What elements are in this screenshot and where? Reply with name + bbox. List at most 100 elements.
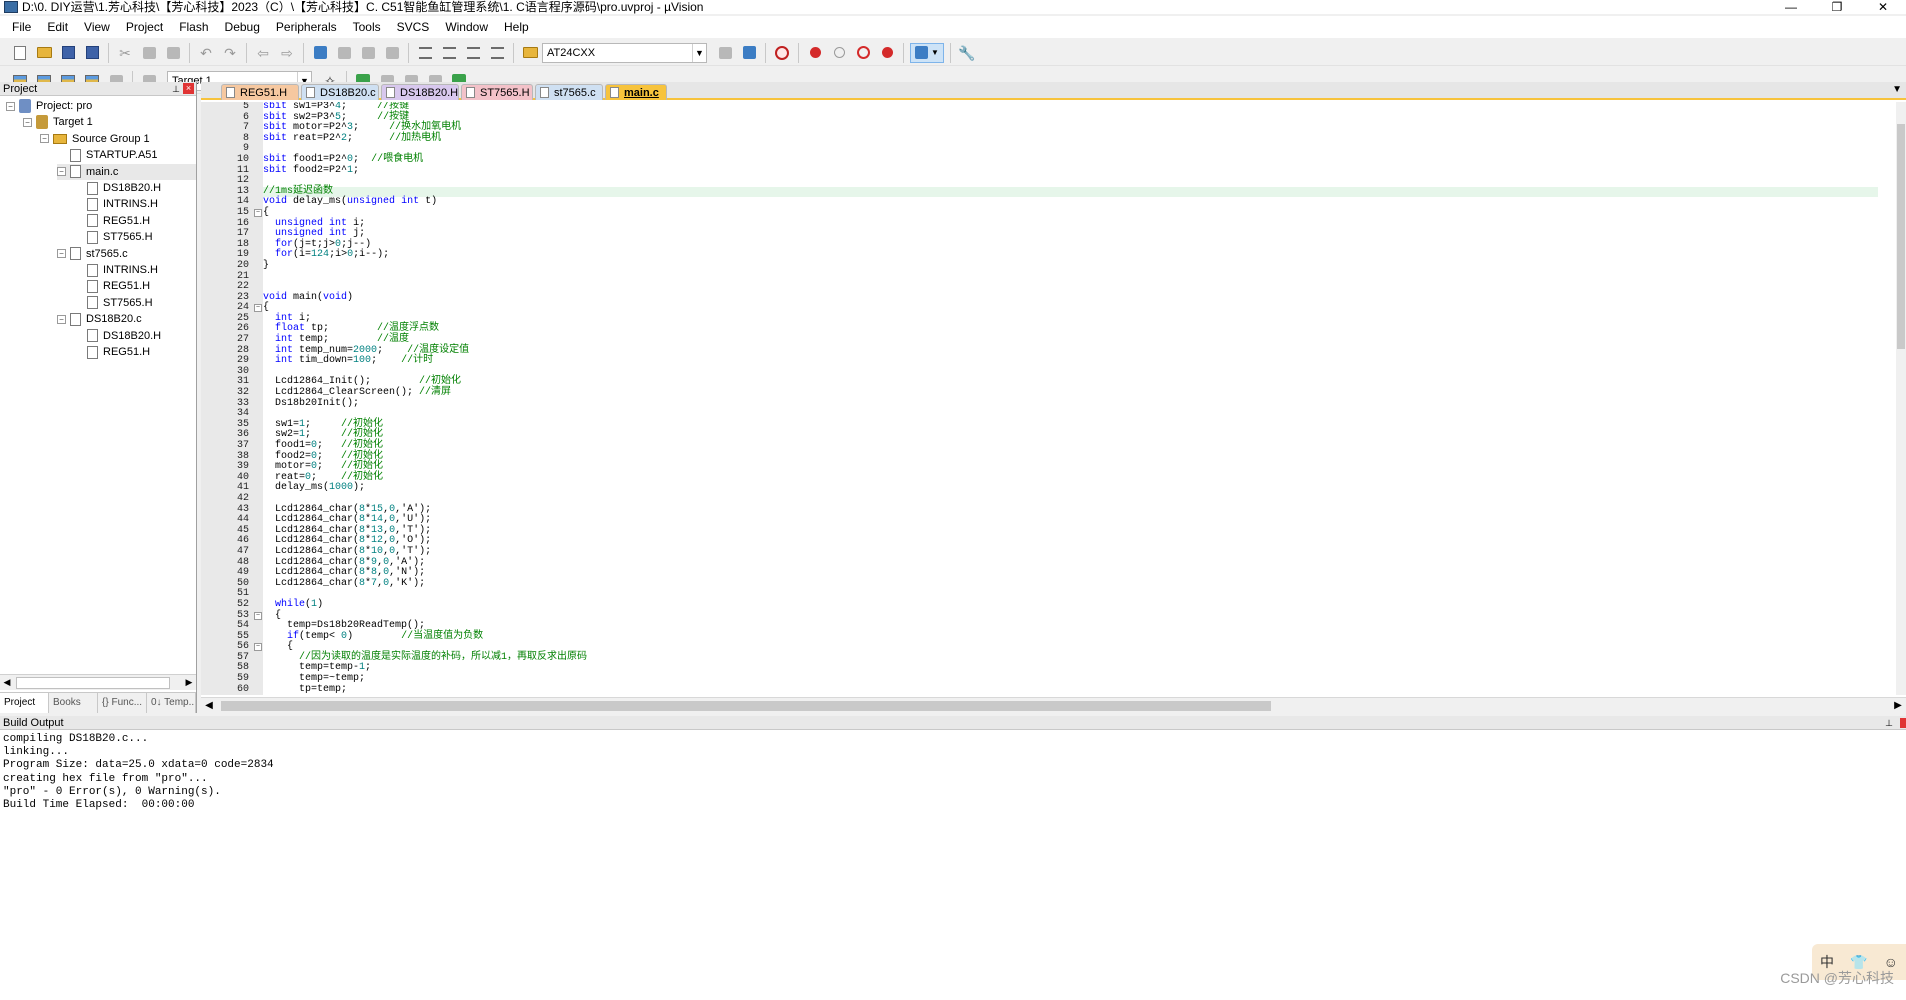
- code-line[interactable]: sw1=1; //初始化: [263, 419, 1878, 431]
- project-tree-scrollbar[interactable]: ◀ ▶: [0, 674, 196, 690]
- tree-item[interactable]: ST7565.H: [74, 229, 153, 245]
- code-line[interactable]: sbit sw1=P3^4; //按键: [263, 102, 1878, 113]
- tree-item[interactable]: − Project: pro: [6, 98, 92, 114]
- editor-tab[interactable]: main.c: [605, 84, 667, 100]
- build-output-text[interactable]: compiling DS18B20.c... linking... Program …: [0, 730, 1906, 815]
- scroll-right-icon[interactable]: ▶: [182, 677, 196, 688]
- code-line[interactable]: //因为读取的温度是实际温度的补码，所以减1，再取反求出原码: [263, 652, 1878, 664]
- close-panel-button[interactable]: ×: [183, 83, 194, 94]
- tree-item[interactable]: − DS18B20.c: [57, 311, 142, 327]
- scrollbar-thumb[interactable]: [1897, 124, 1905, 349]
- tree-expander-icon[interactable]: −: [6, 101, 15, 111]
- scrollbar-thumb[interactable]: [16, 676, 170, 689]
- minimize-button[interactable]: —: [1768, 1, 1814, 13]
- tab-functions[interactable]: {} Func...: [98, 693, 147, 713]
- code-line[interactable]: Lcd12864_char(8*12,0,'O');: [263, 536, 1878, 547]
- close-button[interactable]: ✕: [1860, 1, 1906, 13]
- scrollbar-thumb[interactable]: [221, 700, 1271, 711]
- code-line[interactable]: sw2=1; //初始化: [263, 430, 1878, 441]
- code-line[interactable]: sbit motor=P2^3; //换水加氧电机: [263, 122, 1878, 134]
- disable-breakpoints-button[interactable]: [853, 43, 873, 63]
- paste-button[interactable]: [163, 43, 183, 63]
- code-line[interactable]: Lcd12864_char(8*9,0,'A');: [263, 557, 1878, 569]
- uncomment-button[interactable]: [487, 43, 507, 63]
- code-line[interactable]: Lcd12864_char(8*8,0,'N');: [263, 567, 1878, 579]
- tab-project[interactable]: Project: [0, 693, 49, 713]
- code-line[interactable]: {: [263, 303, 1878, 314]
- code-line[interactable]: for(i=124;i>0;i--);: [263, 250, 1878, 261]
- code-line[interactable]: [263, 409, 1878, 420]
- code-line[interactable]: reat=0; //初始化: [263, 472, 1878, 484]
- chevron-down-icon[interactable]: ▼: [692, 43, 706, 62]
- code-line[interactable]: sbit reat=P2^2; //加热电机: [263, 133, 1878, 145]
- tree-item[interactable]: − st7565.c: [57, 246, 128, 262]
- save-button[interactable]: [58, 43, 78, 63]
- code-line[interactable]: food2=0; //初始化: [263, 451, 1878, 463]
- enable-breakpoint-button[interactable]: [829, 43, 849, 63]
- code-line[interactable]: temp=~temp;: [263, 673, 1878, 685]
- code-line[interactable]: int tim_down=100; //计时: [263, 355, 1878, 367]
- code-line[interactable]: sbit sw2=P3^5; //按键: [263, 112, 1878, 124]
- unindent-button[interactable]: [439, 43, 459, 63]
- code-editor[interactable]: sbit sw1=P3^4; //按键 sbit sw2=P3^5; //按键 sb…: [263, 102, 1878, 695]
- code-line[interactable]: while(1): [263, 599, 1878, 611]
- tree-expander-icon[interactable]: −: [57, 249, 66, 259]
- tab-list-chevron-icon[interactable]: ▼: [1892, 84, 1902, 95]
- code-line[interactable]: tp=temp;: [263, 684, 1878, 695]
- code-line[interactable]: temp=temp-1;: [263, 663, 1878, 674]
- code-line[interactable]: sbit food1=P2^0; //喂食电机: [263, 154, 1878, 166]
- tree-item[interactable]: REG51.H: [74, 344, 150, 360]
- editor-tab[interactable]: DS18B20.c: [301, 84, 379, 100]
- incremental-find-button[interactable]: [739, 43, 759, 63]
- code-line[interactable]: int temp_num=2000; //温度设定值: [263, 345, 1878, 357]
- find-button[interactable]: [715, 43, 735, 63]
- fold-toggle-icon[interactable]: −: [254, 208, 262, 217]
- code-line[interactable]: food1=0; //初始化: [263, 440, 1878, 452]
- editor-tab[interactable]: REG51.H: [221, 84, 299, 100]
- tree-expander-icon[interactable]: −: [40, 134, 49, 144]
- menu-tools[interactable]: Tools: [345, 16, 389, 38]
- undo-button[interactable]: ↶: [196, 43, 216, 63]
- code-line[interactable]: [263, 144, 1878, 155]
- tree-expander-icon[interactable]: −: [23, 117, 32, 127]
- code-line[interactable]: int i;: [263, 313, 1878, 325]
- code-line[interactable]: //1ms延迟函数: [263, 186, 1878, 198]
- code-line[interactable]: Lcd12864_ClearScreen(); //清屏: [263, 387, 1878, 399]
- code-line[interactable]: temp=Ds18b20ReadTemp();: [263, 620, 1878, 632]
- open-file-button[interactable]: [34, 43, 54, 63]
- menu-view[interactable]: View: [76, 16, 118, 38]
- code-line[interactable]: Lcd12864_char(8*7,0,'K');: [263, 578, 1878, 590]
- close-marker[interactable]: [1900, 718, 1906, 728]
- menu-flash[interactable]: Flash: [171, 16, 216, 38]
- pin-icon[interactable]: ⊥: [1884, 716, 1894, 730]
- code-line[interactable]: Lcd12864_char(8*15,0,'A');: [263, 504, 1878, 516]
- tree-item[interactable]: − Target 1: [23, 114, 93, 130]
- clear-bookmarks-button[interactable]: [382, 43, 402, 63]
- code-line[interactable]: float tp; //温度浮点数: [263, 324, 1878, 335]
- scroll-left-icon[interactable]: ◀: [201, 700, 217, 711]
- insert-breakpoint-button[interactable]: [805, 43, 825, 63]
- code-line[interactable]: Lcd12864_Init(); //初始化: [263, 377, 1878, 388]
- navigate-forward-button[interactable]: ⇨: [277, 43, 297, 63]
- indent-button[interactable]: [415, 43, 435, 63]
- fold-toggle-icon[interactable]: −: [254, 304, 262, 313]
- editor-tab[interactable]: DS18B20.H: [381, 84, 459, 100]
- tree-item[interactable]: INTRINS.H: [74, 262, 158, 278]
- tree-item[interactable]: REG51.H: [74, 213, 150, 229]
- code-line[interactable]: unsigned int i;: [263, 218, 1878, 230]
- tab-templates[interactable]: 0↓ Temp...: [147, 693, 196, 713]
- menu-file[interactable]: File: [4, 16, 39, 38]
- menu-project[interactable]: Project: [118, 16, 171, 38]
- code-line[interactable]: for(j=t;j>0;j--): [263, 239, 1878, 251]
- scroll-left-icon[interactable]: ◀: [0, 677, 14, 688]
- configure-button[interactable]: 🔧: [957, 43, 977, 63]
- tree-item[interactable]: − main.c: [57, 163, 196, 180]
- cut-button[interactable]: ✂: [115, 43, 135, 63]
- tab-books[interactable]: Books: [49, 693, 98, 713]
- editor-horizontal-scrollbar[interactable]: ◀ ▶: [201, 697, 1906, 713]
- copy-button[interactable]: [139, 43, 159, 63]
- code-line[interactable]: [263, 282, 1878, 293]
- code-line[interactable]: void main(void): [263, 292, 1878, 304]
- code-line[interactable]: sbit food2=P2^1;: [263, 165, 1878, 177]
- code-line[interactable]: [263, 494, 1878, 505]
